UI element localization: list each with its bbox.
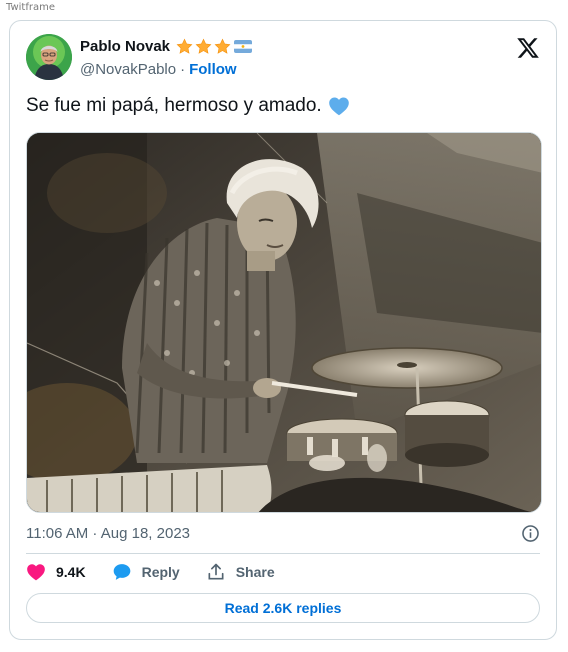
like-count: 9.4K bbox=[56, 564, 86, 580]
display-name[interactable]: Pablo Novak bbox=[80, 38, 170, 55]
star-icon bbox=[214, 38, 231, 54]
star-icon bbox=[176, 38, 193, 54]
action-bar: 9.4K Reply Share bbox=[26, 562, 275, 582]
argentina-flag-icon bbox=[234, 40, 253, 53]
name-emoji-badges bbox=[176, 38, 253, 55]
avatar-image bbox=[26, 34, 72, 80]
tweet-timestamp[interactable]: 11:06 AM · Aug 18, 2023 bbox=[26, 525, 190, 542]
share-button[interactable]: Share bbox=[206, 562, 275, 582]
info-icon[interactable] bbox=[521, 524, 540, 543]
read-replies-button[interactable]: Read 2.6K replies bbox=[26, 593, 540, 623]
x-logo-icon[interactable] bbox=[516, 36, 540, 60]
separator-dot: · bbox=[180, 61, 186, 78]
tweet-text-row: Se fue mi papá, hermoso y amado. bbox=[26, 95, 350, 117]
blue-heart-icon bbox=[328, 97, 349, 116]
tweet-photo[interactable] bbox=[26, 132, 542, 513]
name-row: Pablo Novak bbox=[80, 38, 253, 55]
reply-bubble-icon bbox=[113, 564, 130, 580]
timestamp-row: 11:06 AM · Aug 18, 2023 bbox=[26, 522, 540, 544]
handle-row: @NovakPablo · Follow bbox=[80, 61, 237, 78]
follow-link[interactable]: Follow bbox=[189, 61, 237, 78]
tweet-card: Pablo Novak @NovakPablo · Follow Se fue … bbox=[9, 20, 557, 640]
tweet-text: Se fue mi papá, hermoso y amado. bbox=[26, 95, 322, 116]
like-button[interactable]: 9.4K bbox=[26, 563, 86, 581]
user-handle[interactable]: @NovakPablo bbox=[80, 61, 176, 78]
frame-label: Twitframe bbox=[6, 2, 55, 13]
avatar[interactable] bbox=[26, 34, 72, 80]
share-label: Share bbox=[235, 564, 275, 580]
reply-label: Reply bbox=[141, 564, 180, 580]
vintage-drummer-photo bbox=[27, 133, 541, 512]
share-icon bbox=[208, 563, 224, 580]
divider bbox=[26, 553, 540, 554]
heart-icon bbox=[27, 564, 45, 581]
star-icon bbox=[195, 38, 212, 54]
reply-button[interactable]: Reply bbox=[112, 562, 180, 582]
tweet-header: Pablo Novak @NovakPablo · Follow bbox=[26, 34, 540, 84]
